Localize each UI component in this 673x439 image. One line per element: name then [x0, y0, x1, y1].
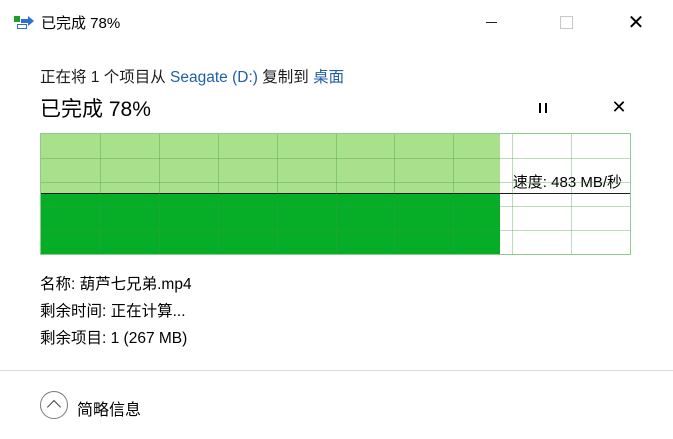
progress-fill-lower [41, 194, 500, 254]
grid-line-vertical [159, 134, 160, 254]
fewer-details-button[interactable]: 简略信息 [77, 396, 141, 420]
close-window-button[interactable]: ✕ [613, 0, 659, 45]
grid-line-vertical [453, 134, 454, 254]
copy-prefix: 正在将 1 个项目从 [40, 69, 171, 86]
progress-fill-upper [41, 134, 500, 194]
grid-line-vertical [277, 134, 278, 254]
grid-line-vertical [394, 134, 395, 254]
maximize-button[interactable] [543, 0, 589, 45]
grid-line-horizontal [41, 182, 630, 183]
title-bar: 已完成 78% ✕ [0, 0, 673, 45]
grid-line-horizontal [41, 206, 630, 207]
minimize-button[interactable] [468, 0, 514, 45]
file-name: 名称: 葫芦七兄弟.mp4 [40, 276, 192, 293]
grid-line-vertical [100, 134, 101, 254]
minimize-icon [485, 22, 497, 23]
grid-line-horizontal [41, 230, 630, 231]
grid-line-horizontal [41, 158, 630, 159]
grid-line-vertical [512, 134, 513, 254]
transfer-speed-graph: 速度: 483 MB/秒 [40, 133, 631, 255]
pause-button[interactable] [533, 98, 553, 118]
chevron-up-icon[interactable] [40, 391, 68, 419]
destination-link[interactable]: 桌面 [313, 69, 344, 86]
close-icon: ✕ [627, 12, 645, 34]
source-link[interactable]: Seagate (D:) [170, 69, 258, 86]
cancel-copy-button[interactable]: ✕ [608, 96, 630, 118]
grid-line-vertical [218, 134, 219, 254]
progress-title: 已完成 78% [40, 98, 151, 121]
grid-line-vertical [571, 134, 572, 254]
footer: 简略信息 [0, 370, 673, 439]
time-remaining: 剩余时间: 正在计算... [40, 303, 186, 320]
grid-line-vertical [336, 134, 337, 254]
copy-icon [14, 15, 34, 29]
copy-description: 正在将 1 个项目从 Seagate (D:) 复制到 桌面 [40, 65, 344, 87]
maximize-icon [559, 16, 573, 29]
window-title: 已完成 78% [41, 15, 121, 32]
pause-icon [539, 103, 541, 113]
items-remaining: 剩余项目: 1 (267 MB) [40, 330, 188, 347]
copy-middle: 复制到 [257, 69, 314, 86]
